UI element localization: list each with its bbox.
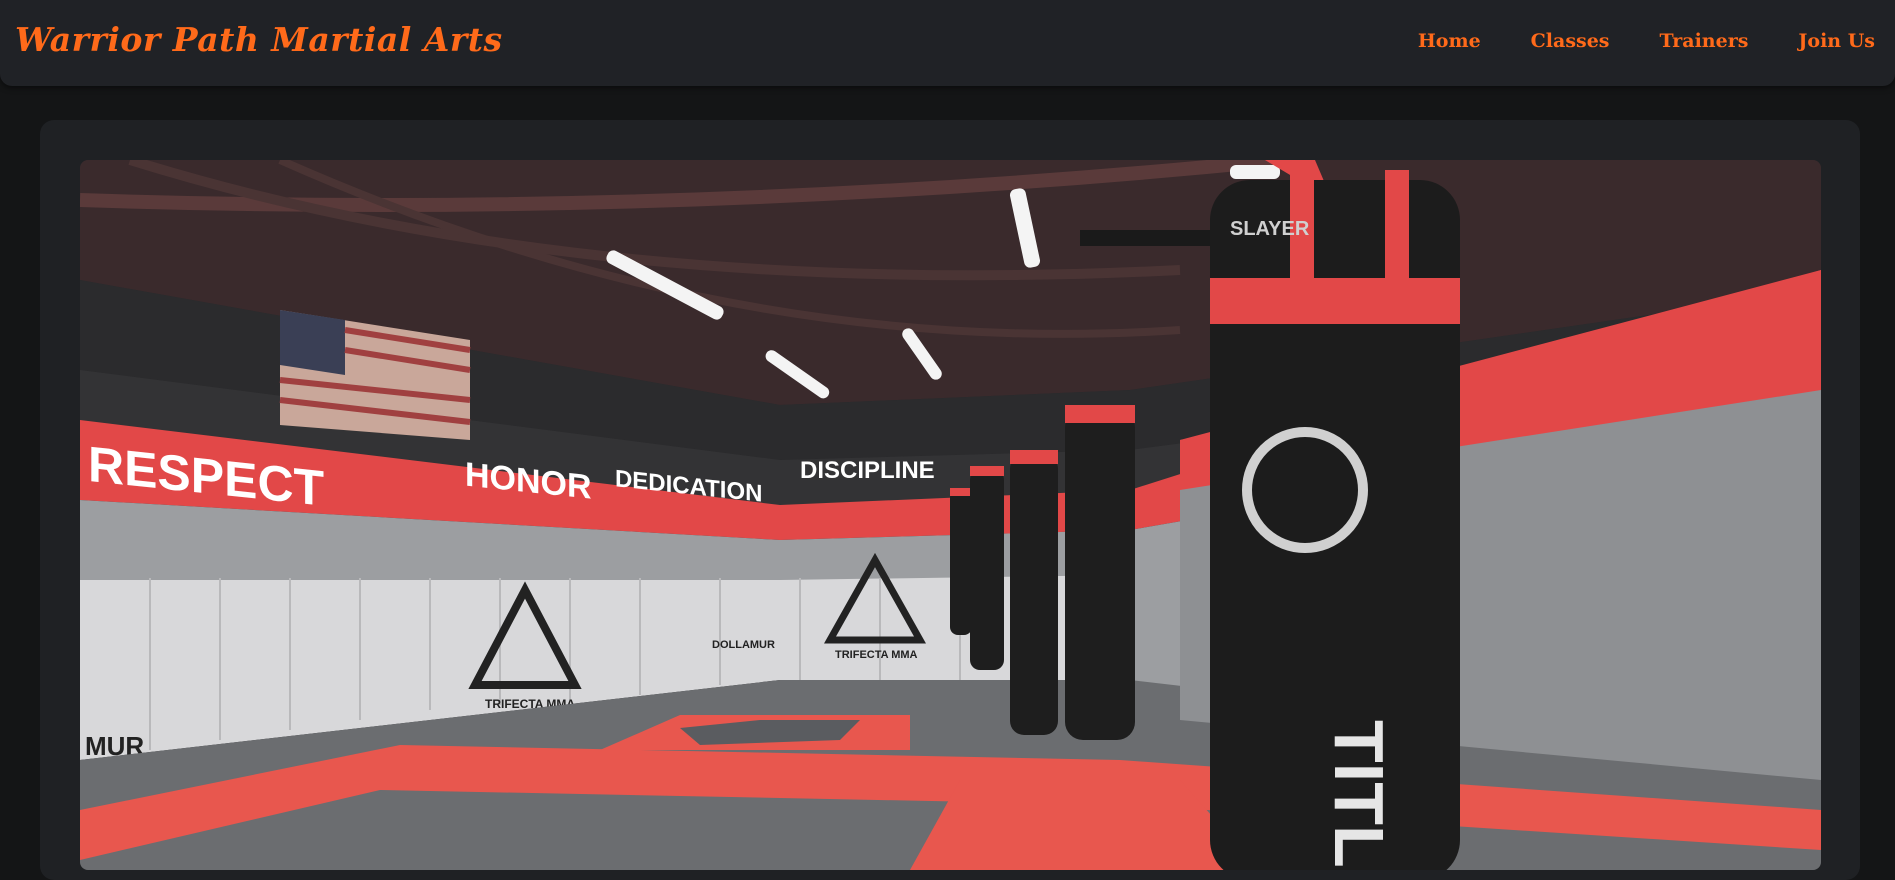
heavy-bag-4 xyxy=(1065,405,1135,740)
gym-hero-image: RESPECT HONOR DEDICATION DISCIPLINE TRIF… xyxy=(80,160,1821,870)
nav-link-trainers[interactable]: Trainers xyxy=(1660,30,1749,52)
brand-logo-text[interactable]: Warrior Path Martial Arts xyxy=(15,20,503,59)
ceiling-light xyxy=(1230,165,1280,179)
heavy-bag-1 xyxy=(950,488,972,635)
bag-rack-beam xyxy=(1080,230,1220,246)
nav-link-classes[interactable]: Classes xyxy=(1531,30,1610,52)
heavy-bag-5: SLAYER TITLE xyxy=(1210,160,1460,870)
main-nav: Home Classes Trainers Join Us xyxy=(1368,30,1875,52)
gym-illustration: RESPECT HONOR DEDICATION DISCIPLINE TRIF… xyxy=(80,160,1821,870)
heavy-bag-3 xyxy=(1010,450,1058,735)
hero-card: RESPECT HONOR DEDICATION DISCIPLINE TRIF… xyxy=(40,120,1860,880)
wall-word-discipline: DISCIPLINE xyxy=(800,457,935,484)
svg-text:TRIFECTA MMA: TRIFECTA MMA xyxy=(835,649,918,661)
nav-link-home[interactable]: Home xyxy=(1418,30,1481,52)
svg-text:TITLE: TITLE xyxy=(1320,720,1398,870)
nav-link-join-us[interactable]: Join Us xyxy=(1798,30,1875,52)
heavy-bag-2 xyxy=(970,466,1004,670)
mat-brand-text-2: DOLLAMUR xyxy=(712,639,775,651)
top-navbar: Warrior Path Martial Arts Home Classes T… xyxy=(0,0,1895,86)
svg-text:SLAYER: SLAYER xyxy=(1230,218,1310,240)
